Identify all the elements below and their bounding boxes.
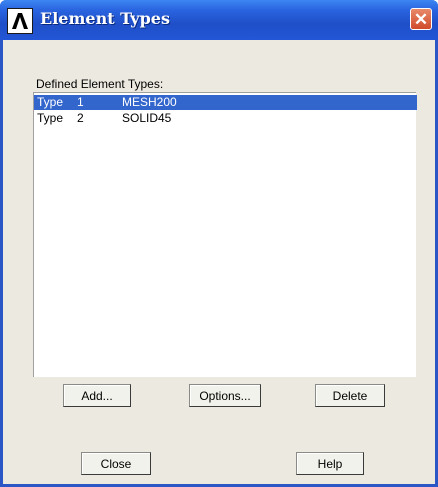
ansys-logo-icon [7, 8, 33, 34]
element-type-number: 2 [77, 111, 84, 125]
title-bar[interactable]: Element Types ✕ [0, 0, 438, 40]
element-name: SOLID45 [122, 111, 172, 125]
add-button[interactable]: Add... [63, 384, 131, 407]
element-type-label: Type [37, 95, 64, 109]
help-button[interactable]: Help [296, 452, 364, 475]
delete-button[interactable]: Delete [315, 384, 385, 407]
element-types-list[interactable]: Type 1 MESH200 Type 2 SOLID45 [33, 92, 417, 377]
close-window-button[interactable]: ✕ [410, 8, 432, 30]
list-item[interactable]: Type 2 SOLID45 [34, 111, 417, 126]
element-types-dialog: Element Types ✕ Defined Element Types: T… [0, 0, 438, 487]
close-icon: ✕ [413, 9, 429, 29]
list-item[interactable]: Type 1 MESH200 [34, 95, 417, 110]
element-type-number: 1 [77, 95, 84, 109]
window-title: Element Types [40, 9, 170, 28]
element-type-label: Type [37, 111, 64, 125]
close-button[interactable]: Close [81, 452, 151, 475]
defined-element-types-label: Defined Element Types: [36, 77, 164, 91]
element-name: MESH200 [122, 95, 177, 109]
options-button[interactable]: Options... [189, 384, 261, 407]
ansys-logo-glyph [12, 13, 28, 29]
